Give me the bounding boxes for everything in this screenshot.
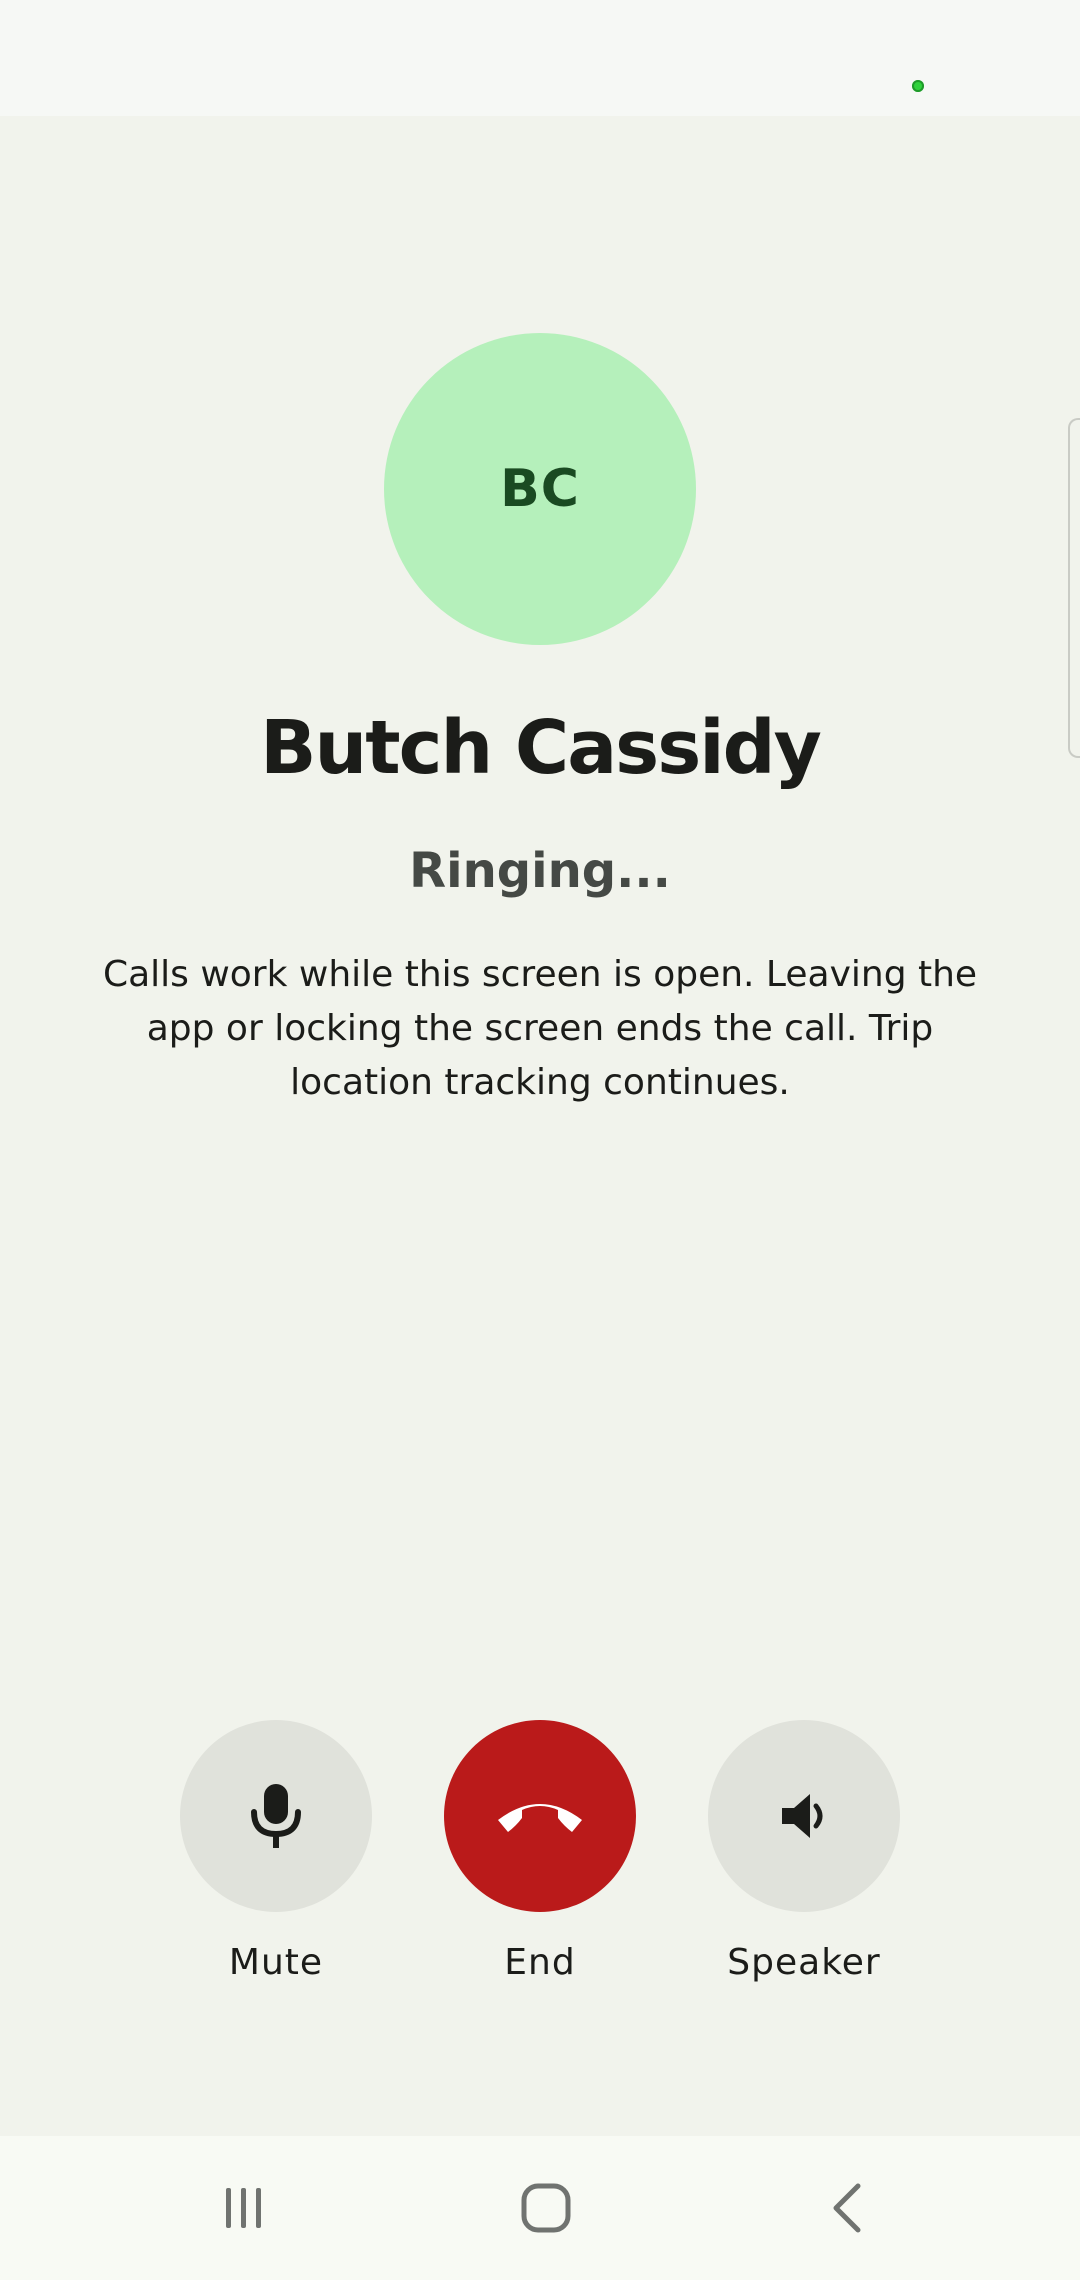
end-control: End xyxy=(444,1720,636,1983)
speaker-control: Speaker xyxy=(708,1720,900,1983)
hang-up-icon xyxy=(498,1804,582,1832)
mute-button[interactable] xyxy=(180,1720,372,1912)
system-navigation-bar xyxy=(0,2136,1080,2280)
home-button[interactable] xyxy=(510,2172,582,2244)
call-notice: Calls work while this screen is open. Le… xyxy=(102,954,978,1103)
status-bar xyxy=(0,0,1080,116)
speaker-label: Speaker xyxy=(727,1942,881,1983)
home-icon xyxy=(521,2183,571,2233)
recents-icon xyxy=(226,2188,261,2228)
call-status: Ringing... xyxy=(409,843,671,899)
caller-avatar: BC xyxy=(384,333,696,645)
microphone-icon xyxy=(251,1784,301,1848)
speaker-button[interactable] xyxy=(708,1720,900,1912)
speaker-icon xyxy=(782,1794,823,1838)
recents-button[interactable] xyxy=(208,2172,280,2244)
privacy-indicator-dot xyxy=(912,80,924,92)
mute-control: Mute xyxy=(180,1720,372,1983)
back-button[interactable] xyxy=(812,2172,884,2244)
caller-initials: BC xyxy=(500,459,580,519)
caller-name: Butch Cassidy xyxy=(260,705,822,791)
back-icon xyxy=(833,2183,861,2233)
end-call-button[interactable] xyxy=(444,1720,636,1912)
